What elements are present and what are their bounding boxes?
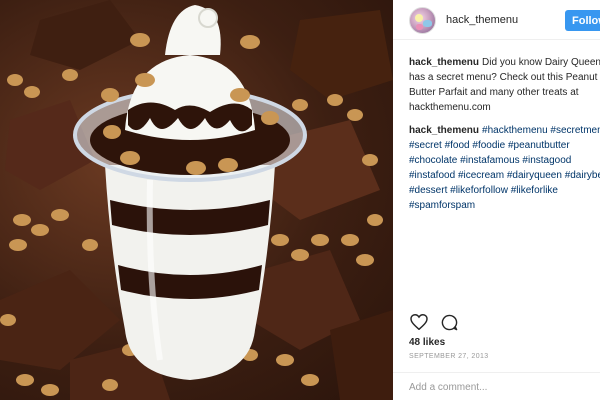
- add-comment-bar: [393, 372, 600, 400]
- caption-username[interactable]: hack_themenu: [409, 57, 479, 68]
- avatar[interactable]: [409, 7, 436, 34]
- hashtag-link[interactable]: #icecream: [458, 170, 504, 181]
- hashtag-link[interactable]: #dessert: [409, 185, 447, 196]
- likes-count[interactable]: 48 likes: [409, 337, 445, 348]
- post-photo[interactable]: [0, 0, 393, 400]
- caption-comment: hack_themenu Did you know Dairy Queen has…: [409, 55, 600, 115]
- hashtag-link[interactable]: #dairyqueen: [507, 170, 562, 181]
- follow-button[interactable]: Follow: [565, 10, 600, 31]
- hashtag-comment-username[interactable]: hack_themenu: [409, 125, 479, 136]
- hashtag-link[interactable]: #likeforlike: [511, 185, 558, 196]
- hashtag-link[interactable]: #peanutbutter: [508, 140, 570, 151]
- hashtag-link[interactable]: #food: [445, 140, 470, 151]
- parfait-illustration: [0, 0, 393, 400]
- hashtag-link[interactable]: #likeforfollow: [450, 185, 508, 196]
- hashtag-link[interactable]: #spamforspam: [409, 200, 475, 211]
- heart-icon[interactable]: [409, 312, 429, 332]
- hashtag-list: #hackthemenu #secretmenu #secret #food #…: [409, 125, 600, 211]
- header-username[interactable]: hack_themenu: [446, 14, 518, 26]
- hashtag-link[interactable]: #instafamous: [460, 155, 519, 166]
- hashtag-link[interactable]: #instafood: [409, 170, 455, 181]
- hashtag-link[interactable]: #chocolate: [409, 155, 457, 166]
- hashtag-link[interactable]: #secret: [409, 140, 442, 151]
- post-header: hack_themenu Follow: [393, 0, 600, 40]
- hashtag-link[interactable]: #secretmenu: [550, 125, 600, 136]
- post-date: SEPTEMBER 27, 2013: [409, 353, 489, 360]
- hashtag-comment: hack_themenu#hackthemenu #secretmenu #se…: [409, 123, 600, 213]
- add-comment-input[interactable]: [409, 380, 589, 394]
- hashtag-link[interactable]: #hackthemenu: [482, 125, 548, 136]
- action-bar: [409, 312, 589, 332]
- post-sidebar: hack_themenu Follow hack_themenuDid you …: [393, 0, 600, 400]
- speech-bubble-icon[interactable]: [439, 312, 459, 332]
- hashtag-link[interactable]: #instagood: [522, 155, 571, 166]
- hashtag-link[interactable]: #foodie: [472, 140, 505, 151]
- hashtag-link[interactable]: #dairybell: [565, 170, 600, 181]
- comments-section: hack_themenu Did you know Dairy Queen has…: [409, 55, 600, 221]
